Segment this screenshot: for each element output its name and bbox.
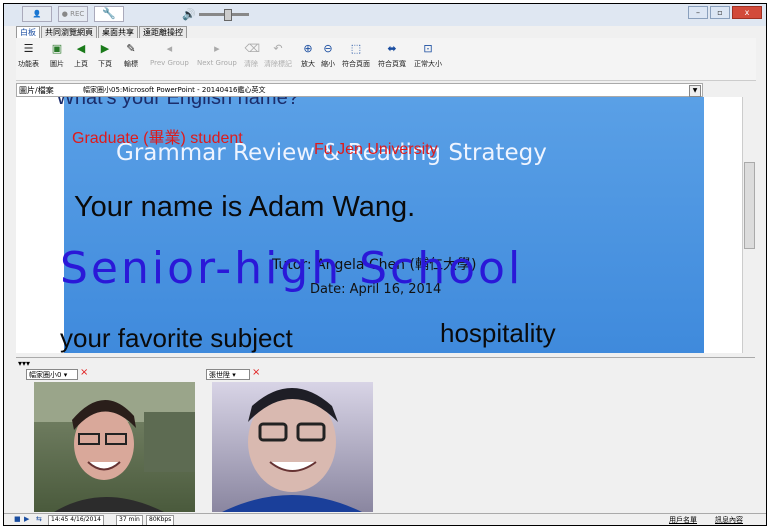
wrench-icon[interactable]: 🔧	[94, 6, 124, 22]
user-icon[interactable]: 👤	[22, 6, 52, 22]
image-button[interactable]: ▣ 圖片	[50, 42, 64, 69]
video-feed-2	[212, 382, 373, 512]
volume-icon[interactable]: 🔊	[182, 8, 196, 21]
scrollbar-thumb[interactable]	[744, 162, 755, 249]
annotation-your-name: Your name is Adam Wang.	[74, 191, 416, 223]
cam-selector-2[interactable]: 張世陞 ▾	[206, 369, 250, 380]
image-icon: ▣	[51, 42, 63, 55]
zoom-out-button[interactable]: ⊖ 縮小	[321, 42, 335, 69]
close-icon[interactable]: ×	[80, 367, 88, 378]
toolbar: ☰ 功能表 ▣ 圖片 ◀ 上頁 ▶ 下頁 ✎ 輸標 ◂ Prev Group ▸ Next G…	[16, 38, 756, 81]
annotation-subject: your favorite subject	[60, 323, 293, 353]
collapse-icon[interactable]: ▾▾▾	[18, 359, 30, 368]
tab-cobrowse[interactable]: 共同瀏覽網頁	[41, 26, 97, 38]
fit-width-button[interactable]: ⬌ 符合頁寬	[378, 42, 406, 69]
next-page-icon: ▶	[100, 42, 110, 55]
tab-desktop-share[interactable]: 桌面共享	[98, 26, 138, 38]
tool-icon: ✎	[126, 42, 136, 55]
clear-mark-button[interactable]: ↶ 清除標記	[264, 42, 292, 69]
actual-size-button[interactable]: ⊡ 正常大小	[414, 42, 442, 69]
zoom-out-icon: ⊖	[323, 42, 333, 55]
clear-icon: ⌫	[244, 42, 261, 55]
annotation-handwriting: Senior-high School	[60, 243, 524, 294]
tutor-webcam-image	[34, 382, 195, 512]
status-duration: 37 min	[116, 515, 143, 525]
fit-page-button[interactable]: ⬚ 符合頁面	[342, 42, 370, 69]
file-selector-label: 圖片/檔案	[19, 86, 54, 95]
close-button[interactable]: x	[732, 6, 762, 19]
play-icon[interactable]: ▶	[24, 515, 29, 523]
fit-width-icon: ⬌	[387, 42, 397, 55]
chevron-down-icon[interactable]: ▼	[689, 85, 701, 97]
prev-page-button[interactable]: ◀ 上頁	[74, 42, 88, 69]
tool-button[interactable]: ✎ 輸標	[124, 42, 138, 69]
close-icon[interactable]: ×	[252, 367, 260, 378]
cam-selector-1[interactable]: 幅家圈小0 ▾	[26, 369, 78, 380]
whiteboard[interactable]: What's your English name? Grammar Review…	[16, 97, 755, 353]
annotation-university: Fu Jen University	[314, 141, 438, 158]
vertical-scrollbar[interactable]	[742, 97, 755, 353]
sync-icon[interactable]: ⇆	[36, 515, 42, 523]
status-time: 14:45 4/16/2014	[48, 515, 104, 525]
slide-top-text: What's your English name?	[56, 97, 299, 109]
fit-page-icon: ⬚	[350, 42, 362, 55]
annotation-hospitality: hospitality	[440, 318, 556, 348]
mode-tabs: 白板 共同瀏覽網頁 桌面共享 遠距離操控	[16, 26, 188, 38]
zoom-in-button[interactable]: ⊕ 放大	[301, 42, 315, 69]
clear-button[interactable]: ⌫ 清除	[244, 42, 261, 69]
clear-mark-icon: ↶	[273, 42, 283, 55]
tab-whiteboard[interactable]: 白板	[16, 26, 40, 38]
tab-remote-control[interactable]: 遠距離操控	[139, 26, 187, 38]
file-selector-value: 幅家圈小05:Microsoft PowerPoint - 20140416鑑心…	[83, 86, 266, 94]
annotation-graduate: Graduate (畢業) student	[72, 130, 243, 147]
prev-group-icon: ◂	[166, 42, 173, 55]
next-page-button[interactable]: ▶ 下頁	[98, 42, 112, 69]
user-list-link[interactable]: 用戶名單	[669, 515, 697, 525]
file-selector[interactable]: 圖片/檔案 幅家圈小05:Microsoft PowerPoint - 2014…	[16, 83, 703, 97]
student-webcam-image	[222, 388, 362, 512]
zoom-in-icon: ⊕	[303, 42, 313, 55]
prev-group-button[interactable]: ◂ Prev Group	[150, 42, 189, 67]
next-group-icon: ▸	[214, 42, 220, 55]
rec-button[interactable]: ● REC	[58, 6, 88, 22]
next-group-button[interactable]: ▸ Next Group	[197, 42, 237, 67]
menu-button[interactable]: ☰ 功能表	[18, 42, 39, 69]
status-bar: ■ ▶ ⇆ 14:45 4/16/2014 37 min 80Kbps 用戶名單…	[4, 513, 766, 525]
title-bar: 👤 ● REC 🔧 🔊 – ▫ x	[4, 4, 766, 26]
message-content-link[interactable]: 訊息內容	[715, 515, 743, 525]
volume-slider-knob[interactable]	[224, 9, 232, 21]
app-window: 👤 ● REC 🔧 🔊 – ▫ x 白板 共同瀏覽網頁 桌面共享 遠距離操控 ☰…	[3, 3, 767, 526]
video-panel: ▾▾▾ 幅家圈小0 ▾ × 張世陞 ▾ ×	[16, 357, 755, 518]
menu-icon: ☰	[23, 42, 34, 55]
video-feed-1	[34, 382, 195, 512]
stop-icon[interactable]: ■	[14, 515, 21, 523]
actual-size-icon: ⊡	[423, 42, 433, 55]
prev-page-icon: ◀	[76, 42, 86, 55]
minimize-button[interactable]: –	[688, 6, 708, 19]
restore-button[interactable]: ▫	[710, 6, 730, 19]
status-bitrate: 80Kbps	[146, 515, 175, 525]
